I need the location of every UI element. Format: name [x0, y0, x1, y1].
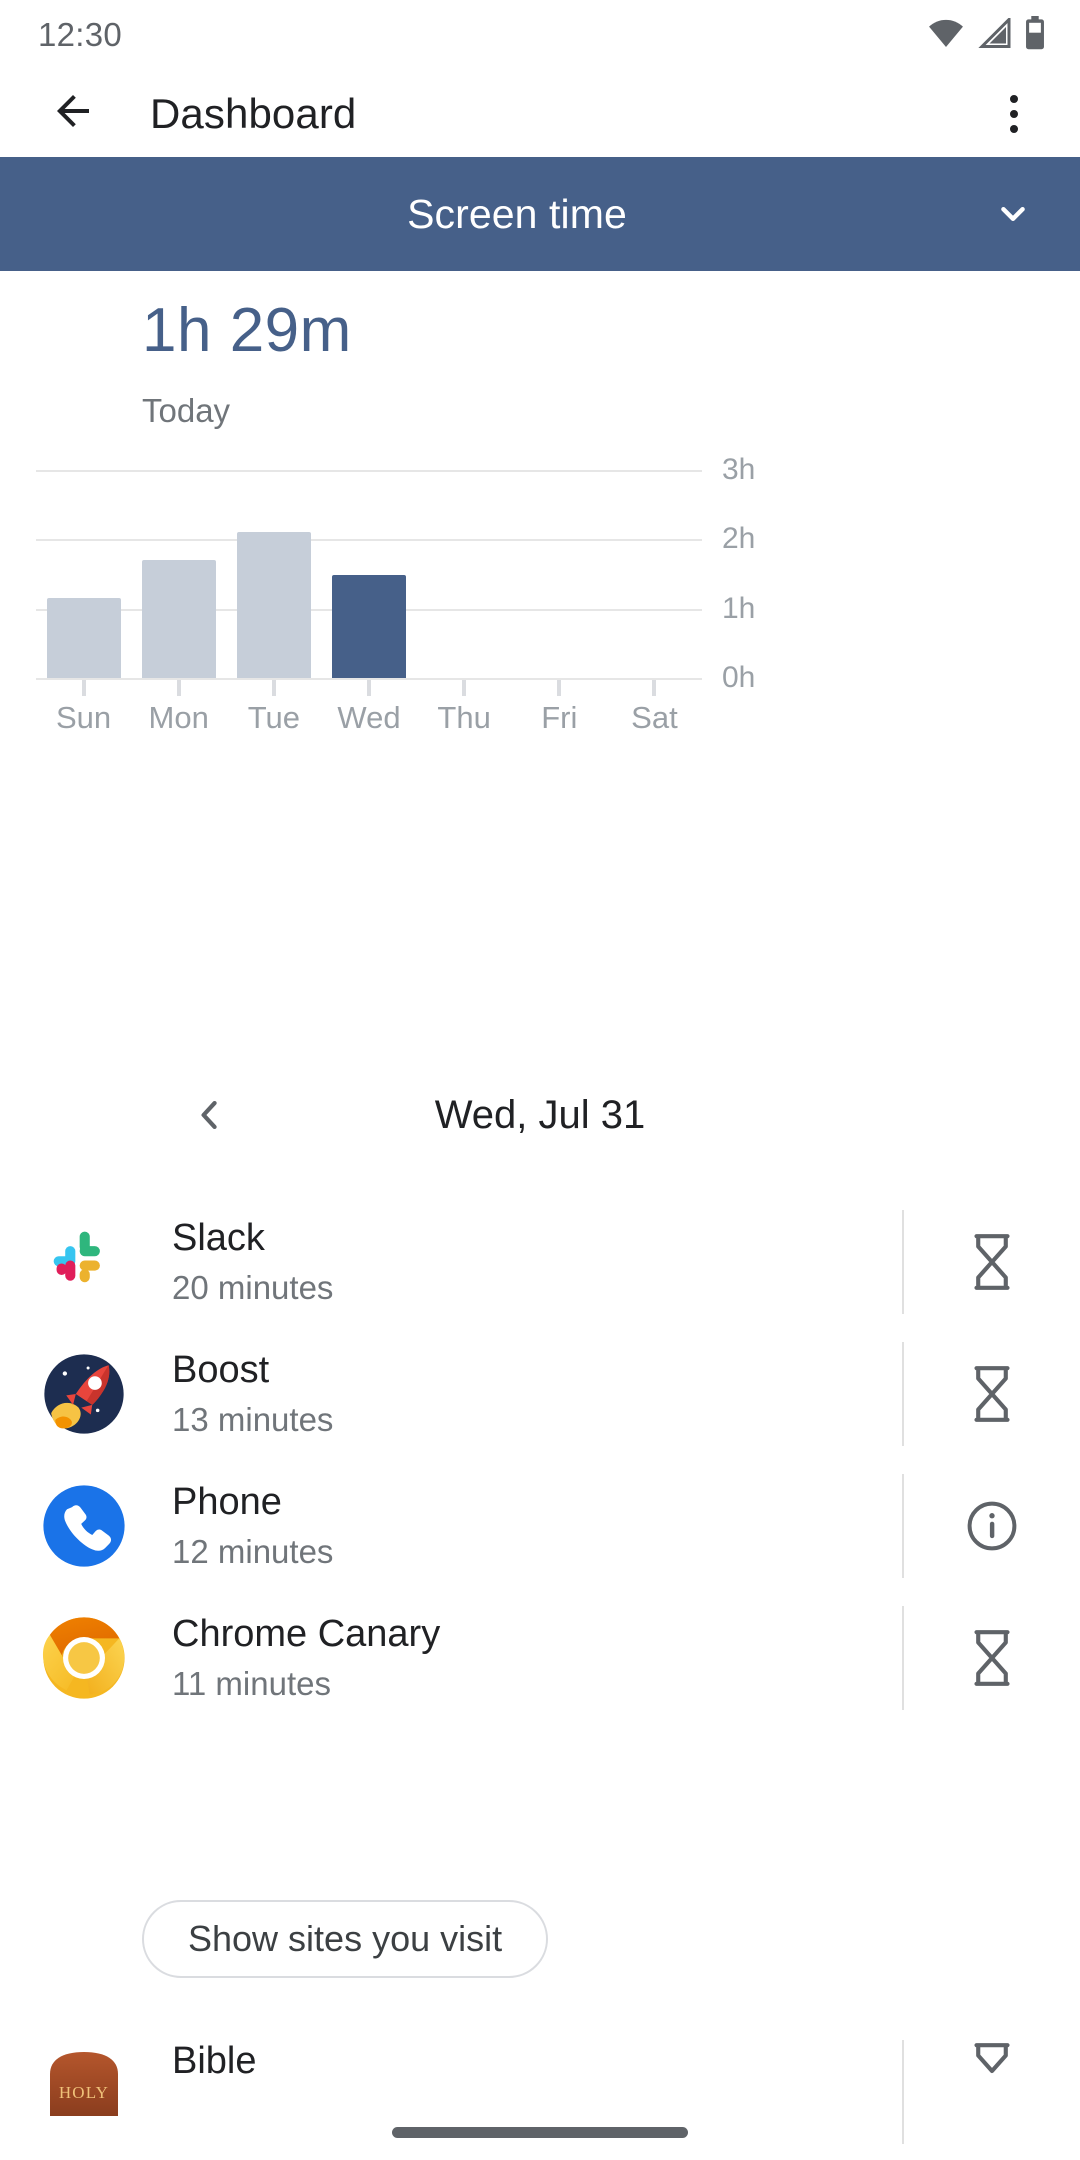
hourglass-icon: [974, 2043, 1010, 2074]
app-usage-row[interactable]: Slack 20 minutes: [0, 1196, 1080, 1328]
chip-container: Show sites you visit: [0, 1900, 1080, 1978]
back-button[interactable]: [38, 79, 108, 149]
chart-y-label: 0h: [722, 661, 756, 694]
dashboard-screen: 12:30 Dashboard Screen time 1h 29m Today…: [0, 0, 1080, 2160]
chart-y-label: 2h: [722, 522, 756, 556]
info-icon: [967, 1501, 1017, 1551]
chevron-down-icon[interactable]: [990, 191, 1036, 237]
chart-bar[interactable]: [46, 598, 121, 678]
gesture-nav-bar[interactable]: [392, 2127, 688, 2138]
slack-icon: [53, 1231, 100, 1283]
chrome-canary-icon: [42, 1617, 125, 1699]
summary-subtitle: Today: [142, 392, 231, 429]
signal-icon: [977, 15, 1011, 53]
weekly-usage-chart[interactable]: Sun Mon Tue Wed Thu Fri Sat 0h 1h 2h 3h: [0, 453, 1080, 735]
app-name: Boost: [172, 1348, 270, 1391]
chart-axis-tick: [367, 680, 371, 696]
status-icons: [928, 15, 1046, 55]
summary-block: 1h 29m Today: [142, 300, 352, 430]
chart-axis-tick: [557, 680, 562, 696]
app-usage-row[interactable]: Phone 12 minutes: [0, 1460, 1080, 1592]
chart-bar[interactable]: [141, 560, 216, 678]
date-navigator: Wed, Jul 31: [0, 1060, 1080, 1170]
phone-icon: [42, 1484, 126, 1568]
partial-app-row-bible[interactable]: HOLY Bible: [0, 2040, 1080, 2160]
chart-axis-tick: [176, 680, 181, 696]
app-info-button[interactable]: [904, 1498, 1080, 1554]
app-usage-time: 12 minutes: [172, 1533, 334, 1571]
chart-x-label: Wed: [337, 700, 401, 735]
app-name: Bible: [172, 2040, 257, 2082]
more-vert-icon-dot2: [1010, 109, 1018, 118]
app-name: Slack: [172, 1216, 265, 1259]
chart-x-label: Sun: [55, 700, 112, 735]
app-name: Phone: [172, 1480, 282, 1523]
overflow-menu-button[interactable]: [984, 79, 1044, 149]
chart-x-label: Tue: [247, 700, 300, 735]
chevron-left-icon: [201, 1100, 217, 1130]
battery-icon: [1024, 15, 1046, 55]
boost-rocket-icon: [44, 1354, 124, 1434]
app-usage-row[interactable]: Boost 13 minutes: [0, 1328, 1080, 1460]
chart-x-label: Sat: [631, 700, 678, 735]
app-text-block: Phone 12 minutes: [172, 1481, 902, 1572]
bible-action-button[interactable]: [904, 2040, 1080, 2102]
app-usage-row[interactable]: Chrome Canary 11 minutes: [0, 1592, 1080, 1724]
app-timer-button[interactable]: [904, 1363, 1080, 1425]
more-vert-icon-dot3: [1010, 124, 1018, 133]
selector-label: Screen time: [407, 190, 627, 237]
hourglass-icon: [974, 1366, 1010, 1422]
chart-axis-tick: [271, 680, 276, 696]
app-text-block: Slack 20 minutes: [172, 1217, 902, 1308]
app-usage-time: 11 minutes: [172, 1665, 331, 1703]
chart-bar[interactable]: [332, 575, 406, 678]
app-name: Chrome Canary: [172, 1612, 441, 1655]
app-usage-list: Slack 20 minutes Boost 13 minutes Phone …: [0, 1196, 1080, 1724]
app-timer-button[interactable]: [904, 1627, 1080, 1689]
chart-axis-tick: [652, 680, 657, 696]
chart-axis-tick: [81, 680, 86, 696]
bible-text-block: Bible: [172, 2040, 902, 2084]
chrome-canary-icon: [42, 1616, 126, 1700]
hourglass-icon: [974, 1234, 1010, 1290]
bible-icon-text: HOLY: [59, 2083, 109, 2102]
app-usage-time: 20 minutes: [172, 1269, 334, 1307]
total-screen-time: 1h 29m: [142, 296, 352, 365]
status-time: 12:30: [38, 16, 123, 53]
app-usage-time: 13 minutes: [172, 1401, 334, 1439]
page-title: Dashboard: [150, 89, 357, 137]
chart-axis-tick: [462, 680, 467, 696]
chart-x-label: Thu: [437, 700, 491, 735]
app-text-block: Boost 13 minutes: [172, 1349, 902, 1440]
bible-book-icon: HOLY: [42, 2040, 126, 2124]
chart-y-label: 1h: [722, 591, 756, 625]
app-bar: Dashboard: [0, 70, 1080, 157]
chart-y-label: 3h: [722, 453, 756, 486]
slack-icon: [42, 1220, 126, 1304]
chart-x-axis-labels: Sun Mon Tue Wed Thu Fri Sat: [36, 700, 702, 744]
previous-day-button[interactable]: [180, 1085, 240, 1145]
app-timer-button[interactable]: [904, 1231, 1080, 1293]
phone-icon: [43, 1485, 125, 1567]
show-sites-you-visit-button[interactable]: Show sites you visit: [142, 1900, 549, 1978]
hourglass-icon: [974, 1630, 1010, 1686]
boost-rocket-icon: [42, 1352, 126, 1436]
app-text-block: Chrome Canary 11 minutes: [172, 1613, 902, 1704]
chart-bars[interactable]: [36, 470, 702, 696]
current-date-label: Wed, Jul 31: [434, 1092, 646, 1137]
status-bar: 12:30: [0, 0, 1080, 70]
arrow-back-icon: [49, 87, 97, 140]
screen-time-selector[interactable]: Screen time: [0, 157, 1080, 271]
chart-bar[interactable]: [236, 532, 311, 678]
chart-x-label: Fri: [541, 700, 578, 735]
chart-x-label: Mon: [148, 700, 209, 735]
wifi-icon: [928, 19, 964, 52]
more-vert-icon: [1010, 94, 1018, 103]
